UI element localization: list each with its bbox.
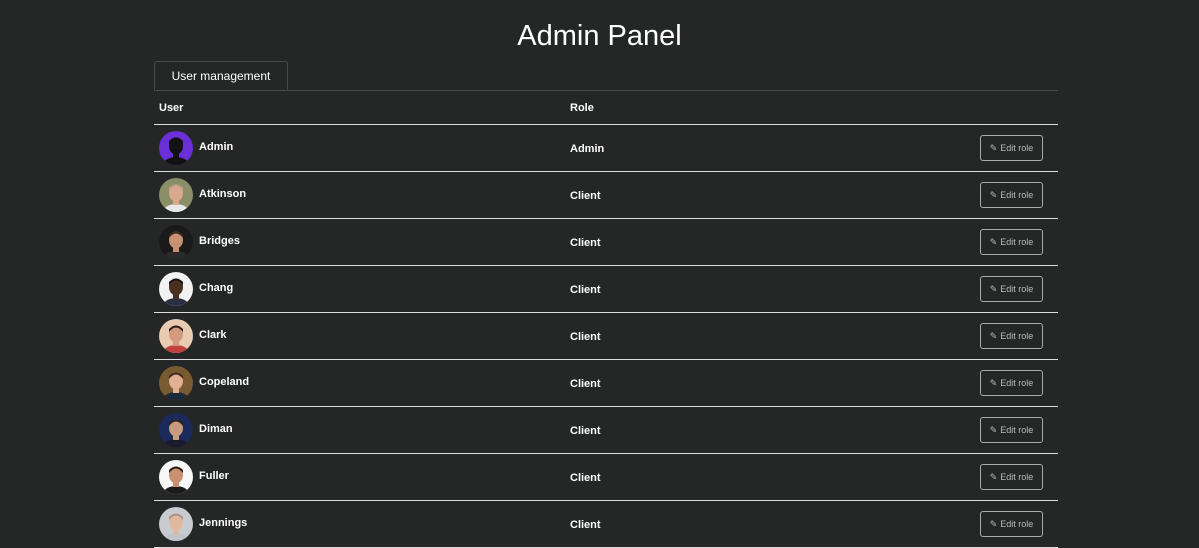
action-cell: ✎ Edit role [975, 500, 1058, 548]
edit-role-button[interactable]: ✎ Edit role [980, 417, 1043, 443]
role-cell: Client [565, 453, 975, 501]
user-cell: Atkinson [154, 171, 565, 219]
tab-bar: User management [154, 61, 1058, 91]
user-role: Admin [570, 143, 605, 155]
user-role: Client [570, 284, 601, 296]
edit-icon: ✎ [989, 283, 998, 294]
role-cell: Client [565, 359, 975, 407]
avatar [159, 131, 193, 165]
avatar [159, 178, 193, 212]
action-cell: ✎ Edit role [975, 453, 1058, 501]
user-name: Clark [199, 329, 227, 341]
table-row: Clark Client ✎ Edit role [154, 312, 1058, 360]
user-cell: Copeland [154, 359, 565, 407]
user-role: Client [570, 190, 601, 202]
edit-role-label: Edit role [1000, 331, 1034, 341]
table-row: Chang Client ✎ Edit role [154, 265, 1058, 313]
user-name: Fuller [199, 470, 229, 482]
edit-icon: ✎ [989, 424, 998, 435]
user-name: Copeland [199, 376, 250, 388]
edit-icon: ✎ [989, 471, 998, 482]
column-header-actions [975, 91, 1058, 125]
edit-role-button[interactable]: ✎ Edit role [980, 229, 1043, 255]
action-cell: ✎ Edit role [975, 124, 1058, 172]
user-name: Atkinson [199, 188, 247, 200]
table-row: Jennings Client ✎ Edit role [154, 500, 1058, 548]
users-table: User Role Admin Admin ✎ Edit role Atkins… [154, 91, 1058, 548]
action-cell: ✎ Edit role [975, 171, 1058, 219]
edit-role-button[interactable]: ✎ Edit role [980, 464, 1043, 490]
user-role: Client [570, 378, 601, 390]
table-row: Bridges Client ✎ Edit role [154, 218, 1058, 266]
user-cell: Chang [154, 265, 565, 313]
edit-role-label: Edit role [1000, 284, 1034, 294]
user-name: Bridges [199, 235, 240, 247]
avatar [159, 366, 193, 400]
role-cell: Client [565, 218, 975, 266]
avatar [159, 319, 193, 353]
avatar [159, 507, 193, 541]
tab-user-management[interactable]: User management [154, 61, 288, 90]
table-row: Atkinson Client ✎ Edit role [154, 171, 1058, 219]
role-cell: Admin [565, 124, 975, 172]
user-role: Client [570, 519, 601, 531]
role-cell: Client [565, 265, 975, 313]
action-cell: ✎ Edit role [975, 218, 1058, 266]
column-header-user: User [154, 91, 565, 125]
user-name: Chang [199, 282, 234, 294]
edit-role-label: Edit role [1000, 190, 1034, 200]
edit-role-label: Edit role [1000, 472, 1034, 482]
role-cell: Client [565, 500, 975, 548]
user-cell: Admin [154, 124, 565, 172]
edit-role-button[interactable]: ✎ Edit role [980, 135, 1043, 161]
edit-role-button[interactable]: ✎ Edit role [980, 323, 1043, 349]
table-row: Admin Admin ✎ Edit role [154, 124, 1058, 172]
role-cell: Client [565, 171, 975, 219]
column-header-role: Role [565, 91, 975, 125]
table-row: Copeland Client ✎ Edit role [154, 359, 1058, 407]
user-role: Client [570, 472, 601, 484]
user-role: Client [570, 331, 601, 343]
avatar [159, 460, 193, 494]
edit-role-button[interactable]: ✎ Edit role [980, 511, 1043, 537]
role-cell: Client [565, 312, 975, 360]
edit-role-button[interactable]: ✎ Edit role [980, 370, 1043, 396]
user-name: Jennings [199, 517, 248, 529]
edit-role-label: Edit role [1000, 378, 1034, 388]
edit-icon: ✎ [989, 518, 998, 529]
edit-icon: ✎ [989, 142, 998, 153]
edit-role-label: Edit role [1000, 237, 1034, 247]
user-name: Diman [199, 423, 233, 435]
table-row: Diman Client ✎ Edit role [154, 406, 1058, 454]
edit-icon: ✎ [989, 189, 998, 200]
edit-role-label: Edit role [1000, 519, 1034, 529]
avatar [159, 272, 193, 306]
edit-role-button[interactable]: ✎ Edit role [980, 276, 1043, 302]
table-header-row: User Role [154, 91, 1058, 125]
page-title: Admin Panel [517, 20, 682, 52]
user-cell: Jennings [154, 500, 565, 548]
edit-icon: ✎ [989, 236, 998, 247]
user-cell: Clark [154, 312, 565, 360]
main-content: User management User Role Admin Admin ✎ … [154, 61, 1058, 548]
edit-role-button[interactable]: ✎ Edit role [980, 182, 1043, 208]
table-row: Fuller Client ✎ Edit role [154, 453, 1058, 501]
role-cell: Client [565, 406, 975, 454]
user-cell: Fuller [154, 453, 565, 501]
avatar [159, 413, 193, 447]
action-cell: ✎ Edit role [975, 359, 1058, 407]
edit-icon: ✎ [989, 377, 998, 388]
edit-icon: ✎ [989, 330, 998, 341]
edit-role-label: Edit role [1000, 425, 1034, 435]
user-role: Client [570, 237, 601, 249]
user-cell: Diman [154, 406, 565, 454]
user-name: Admin [199, 141, 234, 153]
user-cell: Bridges [154, 218, 565, 266]
user-role: Client [570, 425, 601, 437]
action-cell: ✎ Edit role [975, 265, 1058, 313]
edit-role-label: Edit role [1000, 143, 1034, 153]
avatar [159, 225, 193, 259]
action-cell: ✎ Edit role [975, 406, 1058, 454]
action-cell: ✎ Edit role [975, 312, 1058, 360]
